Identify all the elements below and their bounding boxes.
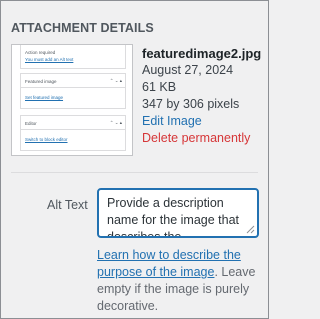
- resize-handle-icon[interactable]: [246, 225, 255, 234]
- alt-text-textarea[interactable]: Provide a description name for the image…: [97, 188, 259, 238]
- thumb-section-link: Set featured image: [25, 95, 64, 100]
- alt-text-label: Alt Text: [47, 198, 88, 212]
- alt-text-value: Provide a description name for the image…: [107, 196, 240, 238]
- file-meta: featuredimage2.jpg August 27, 2024 61 KB…: [142, 45, 267, 147]
- edit-image-link[interactable]: Edit Image: [142, 113, 267, 130]
- thumb-section-controls: ⌃ ⌄ ▴: [109, 78, 122, 83]
- image-dimensions: 347 by 306 pixels: [142, 97, 240, 111]
- thumb-section-link: Switch to block editor: [25, 137, 68, 142]
- file-name: featuredimage2.jpg: [142, 46, 262, 61]
- thumb-section-title: Featured image: [25, 79, 57, 84]
- thumb-section-action-required: Action required You must add an Alt text: [20, 45, 126, 69]
- thumb-section-featured-image: Featured image ⌃ ⌄ ▴ Set featured image: [20, 73, 126, 109]
- thumb-section-editor: Editor ⌃ ⌄ ▴ Switch to block editor: [20, 115, 126, 151]
- section-divider: [11, 172, 258, 173]
- attachment-details-panel: ATTACHMENT DETAILS Action required You m…: [0, 0, 269, 319]
- panel-heading: ATTACHMENT DETAILS: [11, 21, 154, 35]
- file-size: 61 KB: [142, 80, 177, 94]
- attachment-thumbnail[interactable]: Action required You must add an Alt text…: [11, 44, 133, 156]
- delete-permanently-link[interactable]: Delete permanently: [142, 130, 267, 147]
- upload-date: August 27, 2024: [142, 63, 234, 77]
- thumb-section-link: You must add an Alt text: [25, 57, 74, 62]
- thumb-section-title: Editor: [25, 121, 37, 126]
- thumb-divider: [21, 129, 125, 130]
- thumb-divider: [21, 87, 125, 88]
- alt-text-help: Learn how to describe the purpose of the…: [97, 247, 263, 315]
- thumb-section-title: Action required: [25, 50, 56, 55]
- thumb-section-controls: ⌃ ⌄ ▴: [109, 120, 122, 125]
